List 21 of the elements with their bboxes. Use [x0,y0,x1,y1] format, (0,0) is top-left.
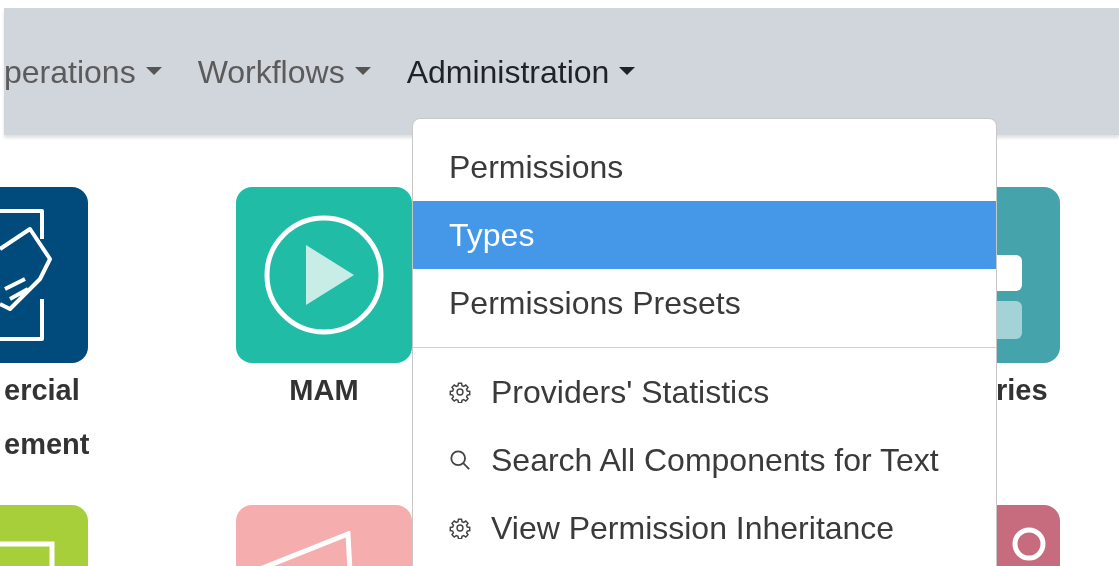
search-icon [449,449,471,471]
app-label: ercial [3,373,81,408]
menu-item[interactable]: Providers' Statistics [413,358,996,426]
app-label: MAM [288,373,360,408]
menu-item[interactable]: View Permission Inheritance [413,494,996,562]
play-icon [264,215,384,335]
menu-item[interactable]: Search All Components for Text [413,426,996,494]
nav-menu[interactable]: Administration [406,55,636,88]
caret-icon [145,67,162,76]
caret-icon [354,67,371,76]
nav-menu[interactable]: perations [4,55,162,88]
app-tile[interactable] [236,187,412,363]
gear-icon [449,517,471,539]
nav-menu[interactable]: Workflows [197,55,371,88]
menu-item[interactable]: Permissions Presets [413,269,996,337]
gear-icon [449,381,471,403]
ring-icon [1012,527,1046,561]
menu-item[interactable]: Permissions [413,133,996,201]
app-label: ement [3,427,88,462]
app-label: ries [995,373,1049,408]
caret-icon [619,67,636,76]
